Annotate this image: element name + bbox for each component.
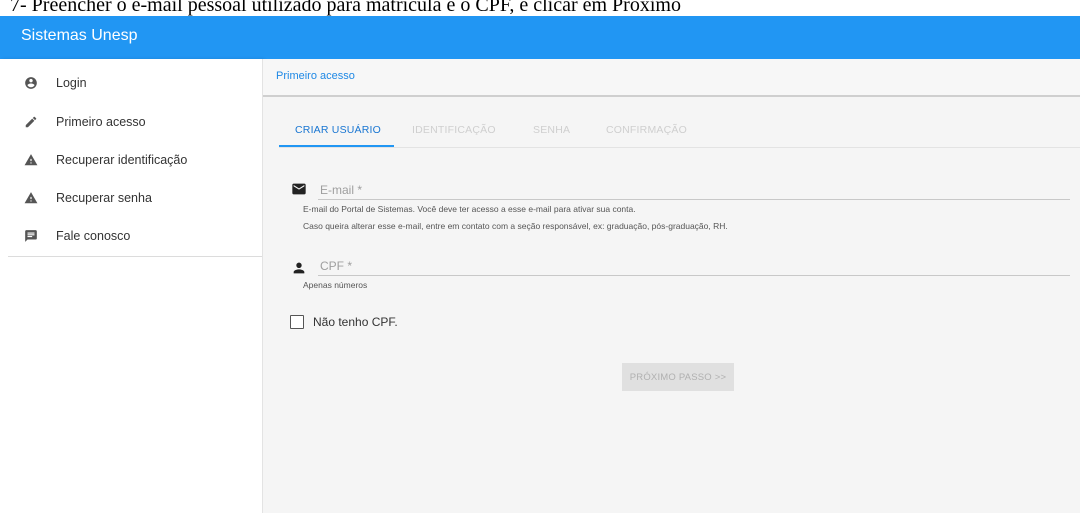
sidebar-item-recuperar-senha[interactable]: Recuperar senha — [0, 182, 262, 214]
email-icon — [291, 181, 307, 197]
pencil-icon — [23, 114, 39, 130]
sidebar-item-label: Recuperar identificação — [56, 153, 188, 167]
next-step-button[interactable]: Próximo passo >> — [622, 363, 734, 391]
tab-label: Criar usuário — [295, 124, 382, 136]
no-cpf-label: Não tenho CPF. — [313, 315, 398, 329]
tab-label: Senha — [533, 124, 571, 136]
sidebar-item-label: Recuperar senha — [56, 191, 152, 205]
account-circle-icon — [23, 75, 39, 91]
main-content: Primeiro acesso Criar usuário Identifica… — [263, 59, 1080, 513]
sidebar-item-label: Login — [56, 76, 87, 90]
app-bar: Sistemas Unesp — [0, 16, 1080, 59]
tab-identificacao[interactable]: Identificação — [412, 117, 512, 147]
cpf-underline — [318, 275, 1070, 276]
app-title: Sistemas Unesp — [21, 27, 138, 44]
sidebar-item-login[interactable]: Login — [0, 67, 262, 99]
sidebar-item-primeiro-acesso[interactable]: Primeiro acesso — [0, 106, 262, 138]
email-hint-secondary: Caso queira alterar esse e-mail, entre e… — [303, 221, 728, 231]
warning-icon — [23, 190, 39, 206]
sidebar-item-label: Fale conosco — [56, 229, 131, 243]
sidebar-item-fale-conosco[interactable]: Fale conosco — [0, 220, 262, 252]
warning-icon — [23, 152, 39, 168]
email-field[interactable]: E-mail * — [320, 183, 362, 197]
no-cpf-checkbox[interactable] — [290, 315, 304, 329]
sidebar-item-label: Primeiro acesso — [56, 115, 146, 129]
tab-confirmacao[interactable]: Confirmação — [606, 117, 706, 147]
breadcrumb-item[interactable]: Primeiro acesso — [276, 70, 355, 82]
tab-criar-usuario[interactable]: Criar usuário — [279, 117, 394, 147]
cpf-field[interactable]: CPF * — [320, 259, 352, 273]
email-hint: E-mail do Portal de Sistemas. Você deve … — [303, 204, 636, 214]
stepper-tabs: Criar usuário Identificação Senha Confir… — [279, 117, 1080, 148]
breadcrumb: Primeiro acesso — [263, 59, 1080, 97]
cpf-hint: Apenas números — [303, 280, 368, 290]
email-underline — [318, 199, 1070, 200]
person-icon — [291, 260, 307, 276]
sidebar-divider — [8, 256, 262, 257]
tab-senha[interactable]: Senha — [533, 117, 583, 147]
feedback-icon — [23, 228, 39, 244]
sidebar-item-recuperar-identificacao[interactable]: Recuperar identificação — [0, 144, 262, 176]
sidebar: Login Primeiro acesso Recuperar identifi… — [0, 59, 263, 513]
tab-label: Confirmação — [606, 124, 687, 136]
tab-label: Identificação — [412, 124, 496, 136]
